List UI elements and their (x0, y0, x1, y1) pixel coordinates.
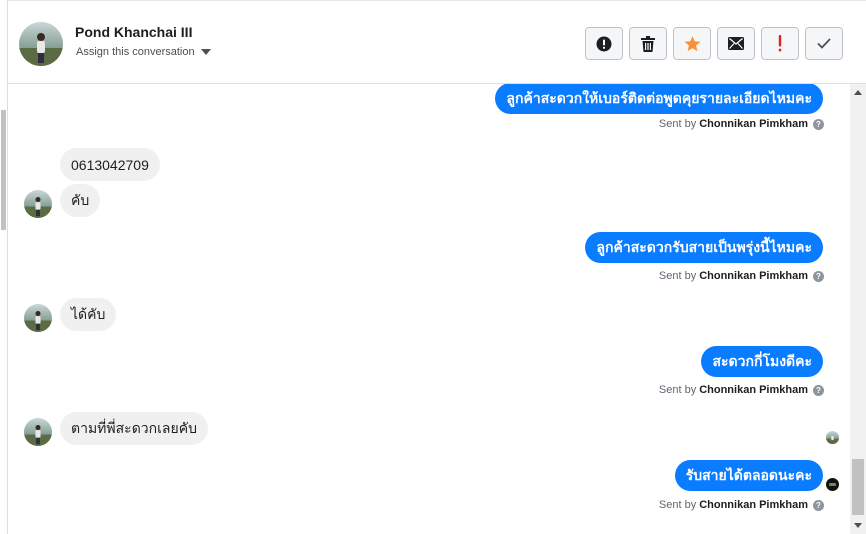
contact-avatar (24, 304, 52, 332)
sent-by-prefix: Sent by (658, 270, 697, 282)
sent-by-label: Sent by Chonnikan Pimkham ? (659, 499, 824, 511)
sent-by-prefix: Sent by (658, 499, 697, 511)
conversation-actions (585, 27, 843, 60)
help-icon[interactable]: ? (813, 384, 824, 396)
envelope-icon (728, 37, 744, 50)
sender-name: Chonnikan Pimkham (699, 384, 808, 396)
exclamation-icon (778, 35, 782, 52)
sent-by-prefix: Sent by (658, 118, 697, 130)
incoming-message-bubble: ได้คับ (60, 298, 117, 331)
outgoing-message-bubble: ลูกค้าสะดวกให้เบอร์ติดต่อพูดคุยรายละเอีย… (495, 84, 823, 114)
delete-button[interactable] (629, 27, 667, 60)
incoming-message-bubble: คับ (60, 184, 101, 217)
message-thread: ลูกค้าสะดวกให้เบอร์ติดต่อพูดคุยรายละเอีย… (8, 84, 850, 534)
conversation-header: Pond Khanchai III Assign this conversati… (8, 0, 866, 84)
incoming-message-bubble: ตามที่พี่สะดวกเลยคับ (60, 412, 208, 445)
sent-by-label: Sent by Chonnikan Pimkham ? (659, 270, 824, 282)
sender-name: Chonnikan Pimkham (699, 118, 808, 130)
outgoing-message-bubble: สะดวกกี่โมงดีคะ (701, 346, 823, 377)
scroll-up-arrow-icon[interactable] (854, 90, 862, 95)
seen-avatar (826, 431, 839, 444)
thread-scrollbar[interactable] (850, 84, 866, 534)
mark-spam-button[interactable] (585, 27, 623, 60)
incoming-message-bubble: 0613042709 (60, 148, 160, 181)
mark-done-button[interactable] (805, 27, 843, 60)
sender-name: Chonnikan Pimkham (699, 270, 808, 282)
left-panel-scrollbar[interactable] (1, 110, 6, 230)
help-icon[interactable]: ? (813, 270, 824, 282)
sent-by-label: Sent by Chonnikan Pimkham ? (659, 118, 824, 130)
seen-avatar (826, 478, 839, 491)
sent-by-prefix: Sent by (658, 384, 697, 396)
check-icon (817, 38, 831, 49)
star-icon (684, 35, 700, 51)
outgoing-message-bubble: รับสายได้ตลอดนะคะ (674, 460, 823, 491)
contact-avatar[interactable] (19, 22, 63, 66)
mark-unread-button[interactable] (717, 27, 755, 60)
assign-conversation-dropdown[interactable]: Assign this conversation (76, 46, 211, 58)
help-icon[interactable]: ? (813, 118, 824, 130)
outgoing-message-bubble: ลูกค้าสะดวกรับสายเป็นพรุ่งนี้ไหมคะ (585, 232, 823, 263)
alert-circle-icon (596, 36, 612, 51)
contact-avatar (24, 190, 52, 218)
contact-name[interactable]: Pond Khanchai III (75, 24, 192, 40)
contact-avatar (24, 418, 52, 446)
assign-conversation-label: Assign this conversation (76, 46, 195, 58)
follow-up-button[interactable] (761, 27, 799, 60)
star-button[interactable] (673, 27, 711, 60)
trash-icon (641, 35, 655, 52)
sender-name: Chonnikan Pimkham (699, 499, 808, 511)
scrollbar-thumb[interactable] (852, 459, 864, 515)
left-panel-edge (0, 0, 8, 534)
caret-down-icon (200, 49, 211, 55)
sent-by-label: Sent by Chonnikan Pimkham ? (659, 384, 824, 396)
scroll-down-arrow-icon[interactable] (854, 523, 862, 528)
help-icon[interactable]: ? (813, 499, 824, 511)
